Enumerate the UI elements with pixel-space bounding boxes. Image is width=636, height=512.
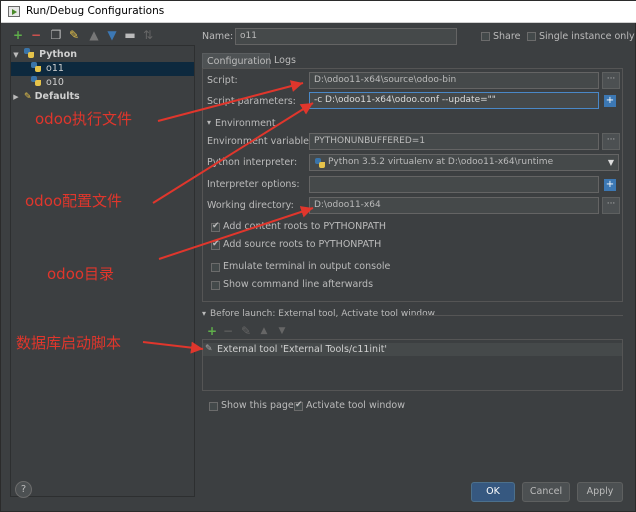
edit-env-vars-button[interactable]: ··· (602, 133, 620, 150)
move-task-down-icon[interactable]: ▼ (275, 323, 289, 339)
script-params-label: Script parameters: (207, 96, 296, 107)
tree-item-defaults[interactable]: ▶ ✎ Defaults (11, 90, 194, 104)
activate-window-checkbox[interactable] (294, 400, 303, 411)
single-instance-checkbox[interactable] (527, 32, 536, 41)
interp-options-label: Interpreter options: (207, 179, 300, 190)
script-params-field[interactable]: -c D:\odoo11-x64\odoo.conf --update="" (309, 92, 599, 109)
folder-icon[interactable]: ▬ (123, 27, 137, 43)
script-field[interactable]: D:\odoo11-x64\source\odoo-bin (309, 72, 599, 89)
external-tool-icon: ✎ (205, 344, 213, 354)
wrench-icon: ✎ (24, 92, 32, 102)
add-icon[interactable]: + (11, 27, 25, 43)
run-config-icon (8, 6, 20, 17)
collapsed-arrow-icon[interactable]: ▶ (11, 90, 21, 104)
tree-item-label: Defaults (34, 91, 80, 102)
launch-task-label: External tool 'External Tools/c11init' (217, 344, 388, 355)
remove-task-icon[interactable]: − (221, 323, 235, 339)
remove-icon[interactable]: − (29, 27, 43, 43)
environment-collapse-icon[interactable]: ▾ (207, 118, 211, 127)
workdir-label: Working directory: (207, 200, 294, 211)
launch-task-item[interactable]: ✎ External tool 'External Tools/c11init' (203, 343, 622, 356)
python-icon (315, 158, 325, 168)
tree-item-o11[interactable]: o11 (11, 62, 194, 76)
browse-script-button[interactable]: ··· (602, 72, 620, 89)
move-up-icon[interactable]: ▲ (87, 27, 101, 43)
env-vars-field[interactable]: PYTHONUNBUFFERED=1 (309, 133, 599, 150)
browse-workdir-button[interactable]: ··· (602, 197, 620, 214)
interpreter-value: Python 3.5.2 virtualenv at D:\odoo11-x64… (328, 157, 554, 167)
tab-logs[interactable]: Logs (270, 53, 300, 68)
before-launch-list: ✎ External tool 'External Tools/c11init' (202, 339, 623, 391)
window-title: Run/Debug Configurations (26, 5, 165, 17)
title-bar: Run/Debug Configurations (1, 1, 636, 23)
move-task-up-icon[interactable]: ▲ (257, 323, 271, 339)
expanded-arrow-icon[interactable]: ▼ (11, 48, 21, 62)
chevron-down-icon[interactable]: ▼ (608, 155, 614, 170)
share-checkbox[interactable] (481, 32, 490, 41)
show-page-checkbox[interactable] (209, 402, 218, 411)
source-roots-label: Add source roots to PYTHONPATH (223, 239, 382, 250)
wrench-icon[interactable]: ✎ (67, 27, 81, 43)
tree-item-python[interactable]: ▼ Python (11, 48, 194, 62)
apply-button[interactable]: Apply (577, 482, 623, 502)
tree-item-o10[interactable]: o10 (11, 76, 194, 90)
sort-icon[interactable]: ⇅ (141, 27, 155, 43)
divider (409, 315, 623, 316)
python-icon (31, 62, 41, 72)
emulate-terminal-label: Emulate terminal in output console (223, 261, 391, 272)
emulate-terminal-checkbox[interactable] (211, 263, 220, 272)
show-command-line-checkbox[interactable] (211, 281, 220, 290)
move-down-icon[interactable]: ▼ (105, 27, 119, 43)
name-label: Name: (202, 31, 234, 42)
single-instance-label: Single instance only (539, 31, 635, 42)
tab-configuration[interactable]: Configuration (202, 53, 271, 68)
expand-options-icon[interactable]: + (604, 179, 616, 191)
activate-window-label: Activate tool window (306, 400, 406, 411)
python-icon (24, 48, 35, 58)
edit-task-icon[interactable]: ✎ (239, 323, 253, 339)
source-roots-checkbox[interactable] (211, 239, 220, 250)
env-vars-label: Environment variables: (207, 136, 318, 147)
name-field[interactable]: o11 (235, 28, 457, 45)
content-roots-label: Add content roots to PYTHONPATH (223, 221, 387, 232)
workdir-field[interactable]: D:\odoo11-x64 (309, 197, 599, 214)
help-button[interactable]: ? (15, 481, 32, 498)
before-launch-collapse-icon[interactable]: ▾ (202, 309, 206, 318)
expand-params-icon[interactable]: + (604, 95, 616, 107)
config-toolbar: + − ❐ ✎ ▲ ▼ ▬ ⇅ (11, 27, 196, 45)
share-label: Share (493, 31, 521, 42)
annotation-config-file: odoo配置文件 (25, 192, 123, 210)
copy-icon[interactable]: ❐ (49, 27, 63, 43)
python-icon (31, 76, 41, 86)
annotation-exec-file: odoo执行文件 (35, 110, 133, 128)
environment-header: Environment (215, 118, 276, 129)
show-command-line-label: Show command line afterwards (223, 279, 374, 290)
annotation-directory: odoo目录 (47, 265, 115, 283)
cancel-button[interactable]: Cancel (522, 482, 570, 502)
tree-item-label: Python (39, 49, 77, 60)
show-page-label: Show this page (221, 400, 294, 411)
interp-options-field[interactable] (309, 176, 599, 193)
script-label: Script: (207, 75, 238, 86)
annotation-db-script: 数据库启动脚本 (16, 334, 122, 352)
run-debug-dialog: Run/Debug Configurations + − ❐ ✎ ▲ ▼ ▬ ⇅… (0, 0, 636, 512)
ok-button[interactable]: OK (471, 482, 515, 502)
interpreter-select[interactable]: Python 3.5.2 virtualenv at D:\odoo11-x64… (309, 154, 619, 171)
before-launch-header: Before launch: External tool, Activate t… (210, 309, 436, 319)
tree-item-label: o10 (46, 77, 64, 88)
interpreter-label: Python interpreter: (207, 157, 298, 168)
content-roots-checkbox[interactable] (211, 221, 220, 232)
add-task-icon[interactable]: + (205, 323, 219, 339)
tree-item-label: o11 (46, 63, 64, 74)
